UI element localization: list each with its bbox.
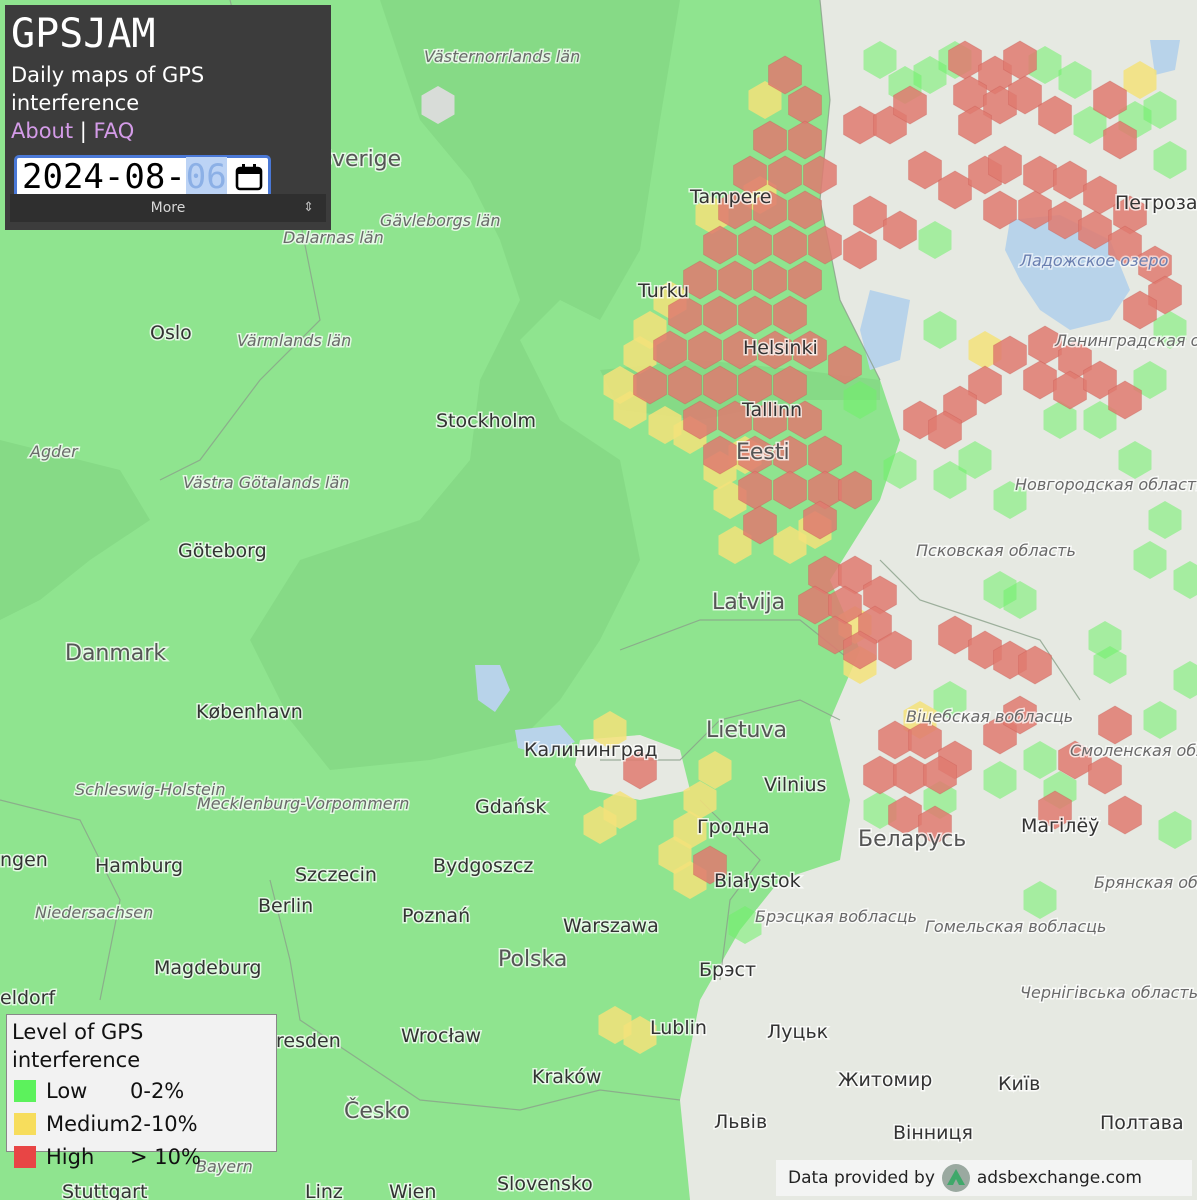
label-novgorod: Новгородская область: [1015, 475, 1197, 494]
header-links: About | FAQ: [11, 117, 325, 145]
label-lutsk: Луцьк: [767, 1021, 828, 1043]
legend-item-high: High > 10%: [12, 1140, 271, 1173]
label-niedersachsen: Niedersachsen: [35, 903, 153, 922]
label-szczecin: Szczecin: [295, 864, 377, 886]
label-mecklenburg: Mecklenburg-Vorpommern: [197, 794, 409, 813]
label-ngen: ngen: [0, 849, 48, 871]
legend-name-low: Low: [46, 1078, 88, 1103]
date-prefix: 2024-08-: [22, 157, 186, 197]
label-poznan: Poznań: [402, 905, 470, 927]
more-label: More: [150, 200, 186, 216]
label-varmland: Värmlands län: [237, 331, 351, 350]
calendar-icon[interactable]: [234, 162, 264, 192]
label-lietuva: Lietuva: [706, 718, 787, 743]
legend-title: Level of GPS interference: [12, 1020, 144, 1072]
legend-item-medium: Medium 2-10%: [12, 1107, 271, 1140]
app-subtitle: Daily maps of GPS interference: [11, 63, 205, 115]
label-vastra-gotaland: Västra Götalands län: [183, 473, 349, 492]
legend-range-high: > 10%: [130, 1144, 201, 1169]
label-kaliningrad: Калининград: [524, 739, 658, 761]
label-belarus: Беларусь: [858, 827, 966, 852]
attribution-text: Data provided by: [788, 1168, 935, 1188]
label-kobenhavn: København: [196, 701, 303, 723]
faq-link[interactable]: FAQ: [94, 119, 135, 143]
label-linz: Linz: [305, 1181, 343, 1200]
legend-swatch-low: [14, 1079, 36, 1102]
label-vitebsk: Віцебская вобласць: [906, 707, 1073, 726]
label-oslo: Oslo: [150, 322, 192, 344]
app-title: GPSJAM: [11, 11, 156, 57]
link-separator: |: [79, 119, 87, 143]
label-helsinki: Helsinki: [743, 337, 818, 359]
label-eldorf: eldorf: [0, 987, 56, 1009]
label-petrozavodsk: Петроза: [1115, 192, 1197, 214]
label-wroclaw: Wrocław: [401, 1025, 481, 1047]
label-ladoga: Ладожское озеро: [1019, 251, 1169, 270]
legend: Level of GPS interference Low 0-2% Mediu…: [6, 1014, 277, 1169]
label-polska: Polska: [498, 947, 567, 972]
label-smolensk: Смоленская область: [1070, 741, 1197, 760]
label-tallinn: Tallinn: [741, 399, 802, 421]
legend-range-medium: 2-10%: [130, 1111, 198, 1136]
legend-name-medium: Medium: [46, 1111, 130, 1136]
label-mahilyou: Магілёў: [1021, 815, 1099, 837]
label-pskov: Псковская область: [916, 541, 1076, 560]
attribution: Data provided by adsbexchange.com: [776, 1160, 1192, 1196]
updown-arrows-icon: ⇕: [303, 200, 314, 215]
header-panel: GPSJAM Daily maps of GPS interference Ab…: [5, 5, 331, 230]
adsbexchange-link[interactable]: adsbexchange.com: [977, 1168, 1142, 1188]
legend-item-low: Low 0-2%: [12, 1074, 271, 1107]
date-value: 2024-08-06: [17, 157, 227, 197]
legend-range-low: 0-2%: [130, 1078, 185, 1103]
label-gavleborg: Gävleborgs län: [380, 211, 500, 230]
label-goteborg: Göteborg: [178, 540, 267, 562]
label-warszawa: Warszawa: [563, 915, 659, 937]
label-hamburg: Hamburg: [95, 855, 183, 877]
more-toggle[interactable]: More ⇕: [10, 194, 326, 222]
label-bryansk: Брянская область: [1094, 873, 1197, 892]
label-magdeburg: Magdeburg: [154, 957, 262, 979]
label-gdansk: Gdańsk: [475, 796, 546, 818]
label-stuttgart: Stuttgart: [62, 1181, 147, 1200]
date-input[interactable]: 2024-08-06: [14, 155, 271, 199]
legend-swatch-high: [14, 1145, 36, 1168]
label-poltava: Полтава: [1100, 1112, 1184, 1134]
label-krakow: Kraków: [532, 1066, 601, 1088]
label-slovensko: Slovensko: [497, 1173, 593, 1195]
label-agder: Agder: [29, 442, 79, 461]
label-stockholm: Stockholm: [436, 410, 536, 432]
label-bialystok: Białystok: [714, 870, 801, 892]
label-dalarna: Dalarnas län: [283, 228, 384, 247]
label-brest: Брэст: [699, 959, 756, 981]
label-gomel: Гомельская вобласць: [925, 917, 1106, 936]
label-cesko: Česko: [344, 1098, 410, 1124]
label-chernihiv: Чернігівська область: [1020, 983, 1197, 1002]
label-vilnius: Vilnius: [764, 774, 826, 796]
label-leningrad: Ленинградская область: [1054, 331, 1197, 350]
label-hrodna: Гродна: [697, 816, 769, 838]
label-dresden: resden: [276, 1030, 341, 1052]
legend-swatch-medium: [14, 1112, 36, 1135]
legend-name-high: High: [46, 1144, 95, 1169]
label-eesti: Eesti: [736, 440, 790, 465]
label-bydgoszcz: Bydgoszcz: [433, 855, 533, 877]
label-zhytomyr: Житомир: [838, 1069, 932, 1091]
label-latvija: Latvija: [712, 590, 785, 615]
label-turku: Turku: [637, 280, 689, 302]
label-vinnytsia: Вінниця: [893, 1122, 973, 1144]
label-brest-region: Брэсцкая вобласць: [755, 907, 917, 926]
label-wien: Wien: [389, 1181, 436, 1200]
label-danmark: Danmark: [65, 641, 166, 666]
label-lviv: Львів: [714, 1111, 767, 1133]
adsbexchange-logo-icon: [941, 1164, 970, 1192]
date-day-segment[interactable]: 06: [185, 157, 227, 197]
about-link[interactable]: About: [11, 119, 73, 143]
label-vasternorrland: Västernorrlands län: [424, 47, 580, 66]
label-kyiv: Київ: [998, 1073, 1040, 1095]
label-berlin: Berlin: [258, 895, 313, 917]
label-lublin: Lublin: [650, 1017, 707, 1039]
label-tampere: Tampere: [689, 186, 771, 208]
